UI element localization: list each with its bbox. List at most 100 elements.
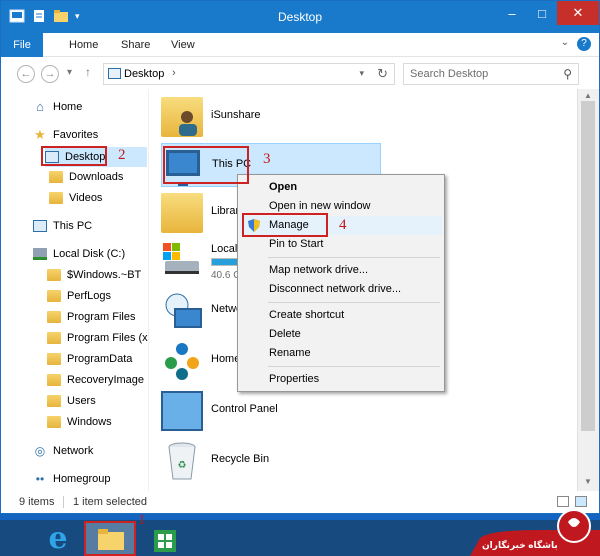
expand-ribbon-icon[interactable]: ⌄ (561, 37, 569, 51)
annotation-number: 3 (263, 151, 271, 167)
menu-rename[interactable]: Rename (240, 344, 442, 363)
nav-item-program-files-x86[interactable]: Program Files (x86) (47, 328, 148, 348)
refresh-icon[interactable]: ↻ (377, 66, 388, 82)
network-icon: ◎ (34, 444, 46, 458)
nav-item-this-pc[interactable]: This PC (33, 216, 92, 236)
ribbon-right: ⌄ ? (561, 37, 591, 51)
nav-item-program-files[interactable]: Program Files (47, 307, 135, 327)
nav-label: PerfLogs (67, 290, 112, 302)
nav-label: Home (53, 101, 83, 113)
menu-separator (268, 257, 440, 258)
item-recycle-bin[interactable]: ♻ Recycle Bin (161, 439, 571, 483)
scroll-up-icon[interactable]: ▲ (584, 91, 592, 100)
nav-label: Program Files (67, 311, 136, 323)
nav-item-recoveryimage[interactable]: RecoveryImage (47, 370, 144, 390)
help-icon[interactable]: ? (577, 37, 591, 51)
address-toolbar: ← → ▾ ↑ Desktop › ▾ ↻ Search Desktop ⚲ (1, 57, 599, 89)
breadcrumb-chevron-icon[interactable]: › (172, 67, 176, 79)
close-button[interactable]: ✕ (557, 1, 599, 25)
item-isunshare[interactable]: iSunshare (161, 95, 571, 139)
address-path: Desktop (124, 68, 165, 80)
vertical-scrollbar[interactable]: ▲ ▼ (577, 89, 599, 491)
svg-text:♻: ♻ (178, 460, 187, 471)
menu-properties[interactable]: Properties (240, 370, 442, 389)
nav-label: Network (53, 445, 94, 457)
folder-icon (47, 311, 61, 323)
recent-locations-icon[interactable]: ▾ (67, 67, 72, 78)
nav-label: Downloads (69, 171, 124, 183)
store-icon[interactable] (148, 522, 196, 556)
annotation-box-manage (242, 213, 328, 237)
annotation-number: 2 (118, 147, 126, 163)
nav-item-windows[interactable]: Windows (47, 412, 112, 432)
menu-map-network-drive[interactable]: Map network drive... (240, 261, 442, 280)
nav-label: Program Files (x86) (67, 332, 148, 344)
annotation-number: 4 (339, 217, 347, 233)
menu-delete[interactable]: Delete (240, 325, 442, 344)
homegroup-icon: •• (35, 472, 45, 486)
nav-item-favorites[interactable]: ★ Favorites (33, 125, 98, 145)
details-view-icon[interactable] (557, 496, 569, 507)
status-separator (63, 496, 64, 508)
menu-separator (268, 302, 440, 303)
search-icon[interactable]: ⚲ (563, 67, 572, 81)
search-input[interactable]: Search Desktop (410, 68, 488, 80)
nav-item-network[interactable]: ◎ Network (33, 441, 94, 461)
item-label: iSunshare (211, 109, 261, 121)
folder-icon (47, 269, 61, 281)
nav-label: Favorites (53, 129, 99, 141)
disk-icon (161, 239, 203, 279)
ribbon-tabs: File Home Share View ⌄ ? (1, 33, 599, 57)
nav-item-local-disk[interactable]: Local Disk (C:) (33, 244, 125, 264)
scrollbar-thumb[interactable] (581, 101, 595, 431)
forward-button[interactable]: → (41, 65, 59, 83)
tab-view[interactable]: View (161, 33, 205, 57)
menu-disconnect-network-drive[interactable]: Disconnect network drive... (240, 280, 442, 299)
search-box[interactable]: Search Desktop ⚲ (403, 63, 579, 85)
folder-icon (47, 290, 61, 302)
menu-open[interactable]: Open (240, 178, 442, 197)
annotation-box-this-pc (163, 146, 249, 184)
internet-explorer-icon[interactable]: e (34, 522, 82, 556)
explorer-window: ▾ Desktop – □ ✕ File Home Share View ⌄ ?… (0, 0, 600, 514)
folder-icon (47, 374, 61, 386)
menu-create-shortcut[interactable]: Create shortcut (240, 306, 442, 325)
large-icons-view-icon[interactable] (575, 496, 587, 507)
pc-icon (33, 220, 47, 232)
videos-icon (49, 192, 63, 204)
nav-label: Local Disk (C:) (53, 248, 126, 260)
address-dropdown-icon[interactable]: ▾ (359, 68, 364, 79)
folder-icon (47, 416, 61, 428)
disk-icon (33, 248, 47, 260)
back-button[interactable]: ← (17, 65, 35, 83)
window-controls: – □ ✕ (497, 1, 599, 25)
title-bar[interactable]: ▾ Desktop – □ ✕ (1, 1, 599, 33)
nav-item-homegroup[interactable]: •• Homegroup (33, 469, 111, 489)
folder-icon (47, 353, 61, 365)
control-panel-icon (161, 391, 203, 431)
maximize-button[interactable]: □ (527, 1, 557, 25)
scroll-down-icon[interactable]: ▼ (584, 477, 592, 486)
item-control-panel[interactable]: Control Panel (161, 389, 571, 433)
tab-file[interactable]: File (1, 33, 43, 57)
nav-item-windows-bt[interactable]: $Windows.~BT (47, 265, 141, 285)
status-selection: 1 item selected (73, 496, 147, 508)
up-button[interactable]: ↑ (85, 65, 91, 79)
nav-item-users[interactable]: Users (47, 391, 96, 411)
nav-item-perflogs[interactable]: PerfLogs (47, 286, 111, 306)
nav-item-downloads[interactable]: Downloads (49, 167, 123, 187)
address-bar[interactable]: Desktop › ▾ ↻ (103, 63, 395, 85)
downloads-icon (49, 171, 63, 183)
tab-home[interactable]: Home (59, 33, 108, 57)
item-label: Recycle Bin (211, 453, 270, 465)
menu-pin-to-start[interactable]: Pin to Start (240, 235, 442, 254)
nav-label: Videos (69, 192, 103, 204)
nav-item-programdata[interactable]: ProgramData (47, 349, 132, 369)
tab-share[interactable]: Share (111, 33, 160, 57)
nav-item-videos[interactable]: Videos (49, 188, 102, 208)
nav-item-home[interactable]: ⌂ Home (33, 97, 82, 117)
desktop-icon (108, 68, 121, 79)
minimize-button[interactable]: – (497, 1, 527, 25)
nav-label: This PC (53, 220, 93, 232)
star-icon: ★ (34, 127, 46, 142)
